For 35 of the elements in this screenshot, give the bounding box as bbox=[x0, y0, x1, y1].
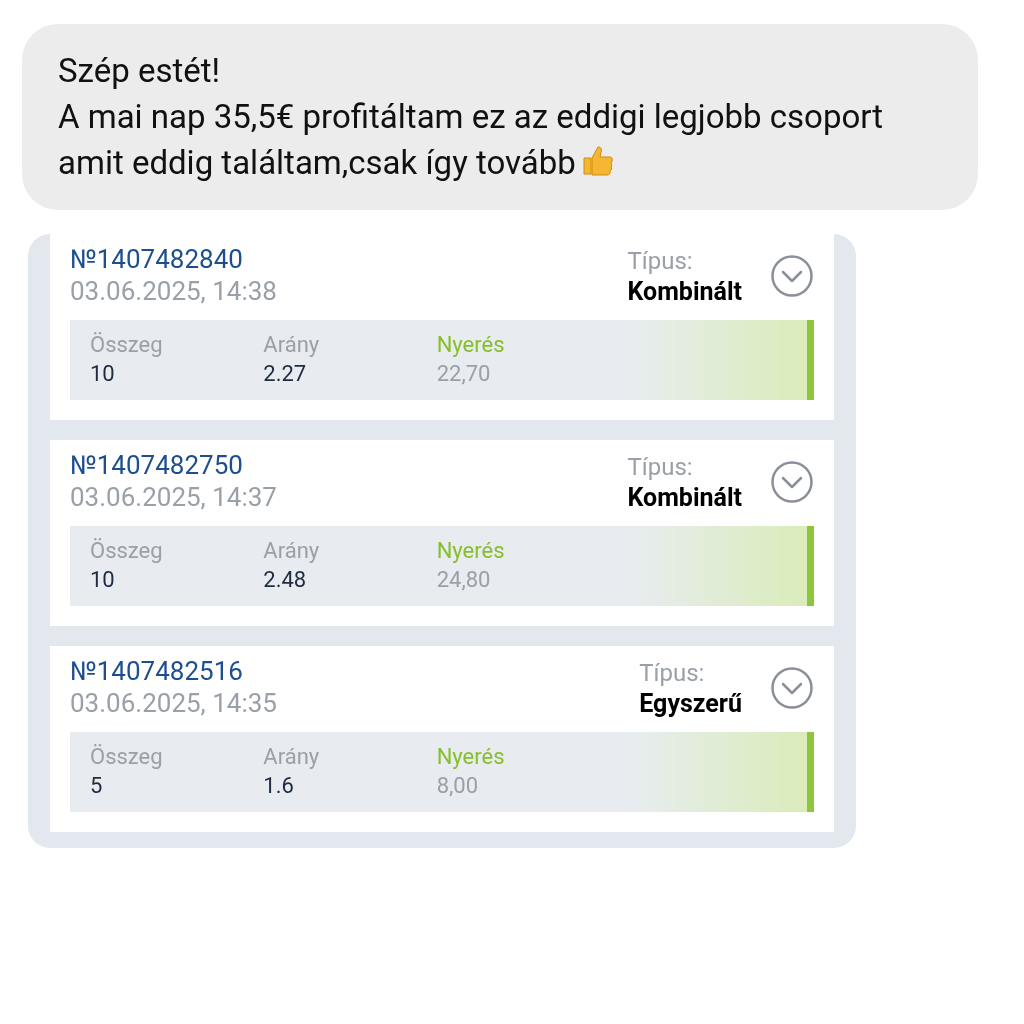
bet-type: Kombinált bbox=[627, 482, 742, 514]
win-label: Nyerés bbox=[436, 743, 506, 771]
stake-label: Összeg bbox=[90, 537, 164, 565]
message-text: A mai nap 35,5€ profitáltam ez az eddigi legjobb csoport amit eddig találtam,csak így tovább bbox=[58, 96, 885, 184]
bet-number: №1407482516 bbox=[70, 655, 244, 688]
type-label: Típus: bbox=[627, 452, 694, 482]
chevron-down-circle-icon[interactable] bbox=[770, 666, 814, 710]
stake-label: Összeg bbox=[90, 743, 164, 771]
win-label: Nyerés bbox=[436, 537, 506, 565]
win-value: 22,70 bbox=[436, 360, 492, 388]
odds-value: 2.48 bbox=[263, 566, 308, 594]
bet-type: Kombinált bbox=[627, 276, 742, 308]
chevron-down-circle-icon[interactable] bbox=[770, 460, 814, 504]
type-label: Típus: bbox=[639, 658, 706, 688]
bet-number: №1407482750 bbox=[70, 449, 244, 482]
chevron-down-circle-icon[interactable] bbox=[770, 254, 814, 298]
odds-value: 1.6 bbox=[263, 772, 295, 800]
win-value: 24,80 bbox=[436, 566, 492, 594]
win-value: 8,00 bbox=[436, 772, 480, 800]
bet-number: №1407482840 bbox=[70, 243, 244, 276]
odds-label: Arány bbox=[263, 537, 321, 565]
odds-label: Arány bbox=[263, 331, 321, 359]
odds-value: 2.27 bbox=[263, 360, 308, 388]
stake-label: Összeg bbox=[90, 331, 164, 359]
bet-datetime: 03.06.2025, 14:37 bbox=[70, 482, 278, 512]
type-label: Típus: bbox=[627, 246, 694, 276]
bet-datetime: 03.06.2025, 14:35 bbox=[70, 688, 278, 718]
stake-value: 5 bbox=[90, 772, 104, 800]
win-label: Nyerés bbox=[436, 331, 506, 359]
odds-label: Arány bbox=[263, 743, 321, 771]
bet-type: Egyszerű bbox=[639, 688, 742, 720]
stake-value: 10 bbox=[90, 566, 116, 594]
stake-value: 10 bbox=[90, 360, 116, 388]
bet-datetime: 03.06.2025, 14:38 bbox=[70, 276, 278, 306]
message-text: Szép estét! bbox=[58, 50, 222, 92]
